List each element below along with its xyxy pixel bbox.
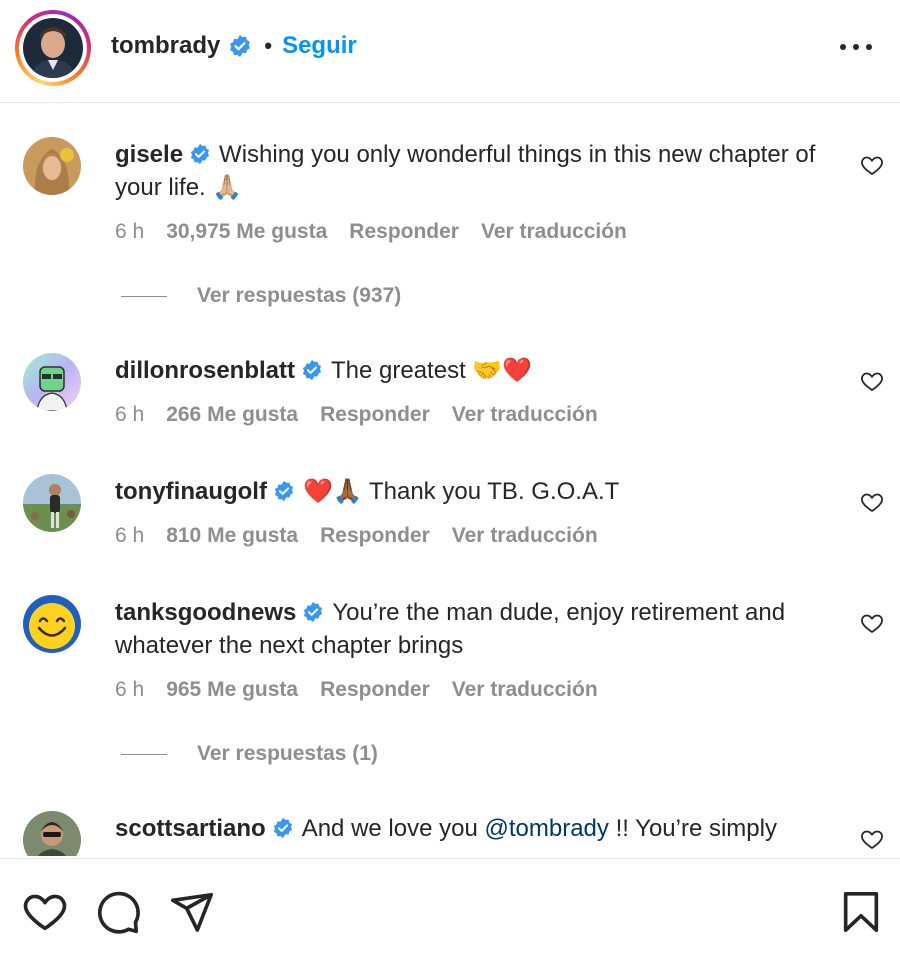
avatar[interactable] <box>23 811 81 856</box>
replies-divider <box>121 295 167 297</box>
comment-time: 6 h <box>115 403 145 426</box>
comment-bubble-icon[interactable] <box>96 889 142 935</box>
comment-username[interactable]: tanksgoodnews <box>115 599 296 626</box>
comment-likes-count[interactable]: 266 Me gusta <box>166 403 298 427</box>
comment-time: 6 h <box>115 220 145 243</box>
translate-button[interactable]: Ver traducción <box>452 678 598 702</box>
comment-text: ❤️🙏🏾 Thank you TB. G.O.A.T <box>302 478 620 505</box>
comment-text: !! You’re simply <box>615 815 777 842</box>
comment-likes-count[interactable]: 965 Me gusta <box>166 678 298 702</box>
comment-text: The greatest 🤝❤️ <box>331 357 533 384</box>
heart-outline-icon[interactable] <box>860 369 884 393</box>
heart-outline-icon[interactable] <box>860 827 884 851</box>
avatar[interactable] <box>23 474 81 532</box>
reply-button[interactable]: Responder <box>320 403 430 427</box>
follow-button[interactable]: Seguir <box>282 32 357 60</box>
reply-button[interactable]: Responder <box>349 220 459 244</box>
translate-button[interactable]: Ver traducción <box>481 220 627 244</box>
post-header: tombrady • Seguir <box>0 0 900 103</box>
verified-badge-icon <box>302 599 324 623</box>
comment-likes-count[interactable]: 30,975 Me gusta <box>166 220 327 244</box>
verified-badge-icon <box>189 141 211 165</box>
post-action-bar <box>0 858 900 953</box>
view-replies-label: Ver respuestas (937) <box>197 284 402 307</box>
more-options-icon[interactable] <box>840 33 872 61</box>
comment-text: And we love you <box>301 815 478 842</box>
verified-badge-icon <box>273 478 295 502</box>
comment-username[interactable]: tonyfinaugolf <box>115 478 267 505</box>
view-replies-button[interactable]: Ver respuestas (937) <box>121 282 401 310</box>
translate-button[interactable]: Ver traducción <box>452 403 598 427</box>
mention-link[interactable]: @tombrady <box>484 815 608 842</box>
heart-outline-icon[interactable] <box>860 611 884 635</box>
comment-username[interactable]: dillonrosenblatt <box>115 357 295 384</box>
bookmark-icon[interactable] <box>838 889 884 935</box>
translate-button[interactable]: Ver traducción <box>452 524 598 548</box>
comment-text: Wishing you only wonderful things in thi… <box>115 141 816 201</box>
avatar[interactable] <box>23 18 83 78</box>
verified-badge-icon <box>301 357 323 381</box>
avatar[interactable] <box>23 353 81 411</box>
reply-button[interactable]: Responder <box>320 678 430 702</box>
comment-time: 6 h <box>115 524 145 547</box>
comment-time: 6 h <box>115 678 145 701</box>
comment-username[interactable]: gisele <box>115 141 183 168</box>
paper-plane-icon[interactable] <box>169 889 215 935</box>
verified-badge-icon <box>272 815 294 839</box>
heart-icon[interactable] <box>22 889 68 935</box>
reply-button[interactable]: Responder <box>320 524 430 548</box>
replies-divider <box>121 753 167 755</box>
view-replies-button[interactable]: Ver respuestas (1) <box>121 740 378 768</box>
verified-badge-icon <box>228 34 252 58</box>
comment-username[interactable]: scottsartiano <box>115 815 266 842</box>
separator-dot: • <box>264 33 273 58</box>
heart-outline-icon[interactable] <box>860 490 884 514</box>
comments-list[interactable]: gisele Wishing you only wonderful things … <box>0 104 900 856</box>
avatar[interactable] <box>23 137 81 195</box>
story-ring[interactable] <box>15 10 91 86</box>
avatar[interactable] <box>23 595 81 653</box>
heart-outline-icon[interactable] <box>860 153 884 177</box>
comment-likes-count[interactable]: 810 Me gusta <box>166 524 298 548</box>
view-replies-label: Ver respuestas (1) <box>197 742 378 765</box>
post-author-username[interactable]: tombrady <box>111 32 220 60</box>
